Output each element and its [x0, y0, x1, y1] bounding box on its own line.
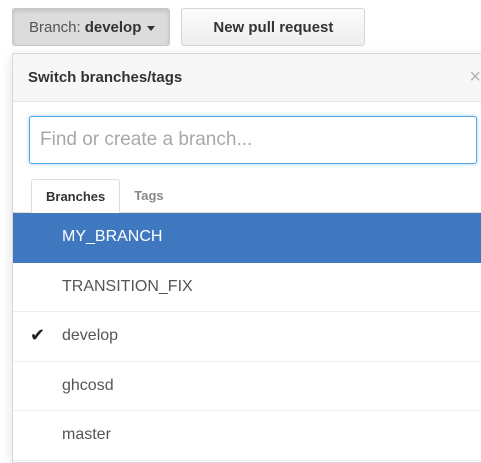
checkmark-icon: ✔	[30, 325, 46, 345]
current-branch-name: develop	[84, 18, 142, 36]
branch-filter-input[interactable]	[29, 116, 477, 164]
branch-item-my-branch[interactable]: MY_BRANCH	[13, 213, 481, 263]
branch-switcher-dropdown: Switch branches/tags × Branches Tags MY_…	[12, 53, 481, 463]
branch-toolbar: Branch: develop New pull request	[12, 8, 366, 46]
branch-select-button[interactable]: Branch: develop	[12, 8, 171, 46]
tab-branches[interactable]: Branches	[31, 179, 121, 213]
branch-item-develop[interactable]: ✔ develop	[13, 312, 481, 362]
close-icon[interactable]: ×	[469, 66, 481, 89]
dropdown-title: Switch branches/tags	[28, 69, 183, 86]
branch-item-transition-fix[interactable]: TRANSITION_FIX	[13, 263, 481, 312]
branch-item-label: MY_BRANCH	[62, 228, 163, 246]
branch-item-ghcosd[interactable]: ghcosd	[13, 362, 481, 411]
branch-prefix-label: Branch:	[29, 18, 81, 36]
branch-item-label: develop	[62, 327, 119, 345]
caret-down-icon	[147, 25, 156, 31]
dropdown-header: Switch branches/tags ×	[13, 54, 481, 102]
filter-container	[13, 102, 481, 179]
branch-item-label: ghcosd	[62, 376, 114, 394]
branch-tag-tabs: Branches Tags	[13, 179, 481, 213]
branch-item-master[interactable]: master	[13, 411, 481, 461]
branch-list: MY_BRANCH TRANSITION_FIX ✔ develop ghcos…	[13, 213, 481, 461]
tab-tags[interactable]: Tags	[120, 178, 177, 212]
branch-item-label: master	[62, 426, 111, 444]
branch-item-label: TRANSITION_FIX	[62, 277, 193, 295]
new-pull-request-button[interactable]: New pull request	[181, 8, 366, 46]
